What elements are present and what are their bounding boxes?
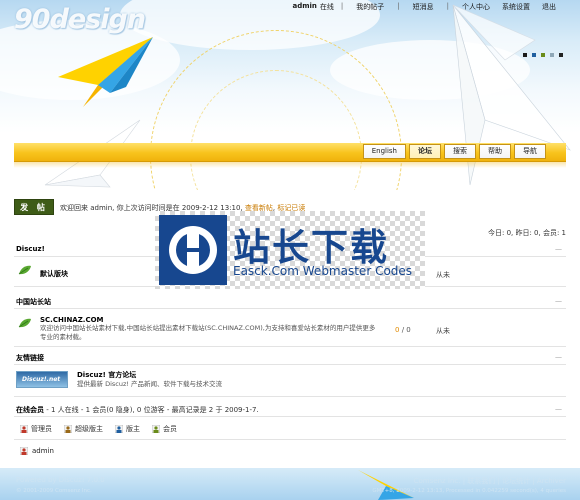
admin-user-icon — [20, 447, 28, 455]
watermark-title: 站长下载 — [233, 226, 389, 269]
forum-leaf-icon — [18, 318, 31, 328]
processing-info: GMT+8, 2009-2-12 13:13, Processed in 0.0… — [372, 488, 566, 494]
footer-links[interactable]: Comsenz Inc. | 联系我们 | 论坛统计 | Archiver — [414, 476, 566, 486]
new-post-button[interactable]: 发 帖 — [14, 199, 54, 215]
watermark-subtitle: Easck.Com Webmaster Codes — [233, 264, 413, 278]
user-icon — [64, 425, 72, 433]
member-legend: 管理员 超级版主 版主 会员 — [20, 424, 177, 434]
thread-post-counts: 0 / 0 — [395, 326, 411, 334]
nav-navigation[interactable]: 导航 — [514, 144, 546, 159]
divider — [14, 416, 566, 417]
watermark-overlay: 站长下载 Easck.Com Webmaster Codes — [155, 211, 425, 289]
footer: Powered by Discuz! 7.0.0 © 2001-2009 Com… — [0, 468, 580, 500]
divider: | — [397, 2, 400, 10]
main-navbar: English 论坛 搜索 帮助 导航 — [14, 142, 566, 168]
nav-english[interactable]: English — [362, 144, 406, 159]
divider — [14, 439, 566, 440]
divider — [14, 396, 566, 397]
online-member[interactable]: admin — [20, 447, 54, 455]
powered-by[interactable]: Powered by Discuz! 7.0.0 — [16, 476, 105, 484]
watermark-logo-icon — [159, 215, 227, 285]
collapse-toggle[interactable]: — — [555, 353, 562, 361]
nav-search[interactable]: 搜索 — [444, 144, 476, 159]
partner-name[interactable]: Discuz! 官方论坛 — [77, 370, 136, 380]
divider — [14, 308, 566, 309]
divider: | — [340, 2, 344, 10]
user-icon — [115, 425, 123, 433]
forum-name[interactable]: 默认版块 — [40, 269, 68, 279]
nav-help[interactable]: 帮助 — [479, 144, 511, 159]
legend-moderator: 版主 — [115, 424, 140, 434]
legend-member: 会员 — [152, 424, 177, 434]
header-banner: 90design admin 在线 | 我的帖子 | 短消息 | 个人中心 系统… — [0, 0, 580, 190]
color-squares — [523, 53, 563, 57]
online-summary: 在线会员 - 1 人在线 - 1 会员(0 隐身), 0 位游客 - 最高记录是… — [16, 406, 259, 414]
partner-logo[interactable]: Discuz!.net — [16, 371, 68, 388]
user-icon — [20, 425, 28, 433]
nav-buttons: English 论坛 搜索 帮助 导航 — [362, 142, 546, 159]
legend-admin: 管理员 — [20, 424, 52, 434]
collapse-toggle[interactable]: — — [555, 245, 562, 253]
forum-description: 欢迎访问中国站长站素材下载,中国站长站提出素材下载站(SC.CHINAZ.COM… — [40, 324, 376, 341]
legend-super-mod: 超级版主 — [64, 424, 103, 434]
site-logo[interactable]: 90design — [14, 4, 146, 35]
last-post: 从未 — [436, 327, 450, 335]
footer-plane-icon — [358, 470, 414, 500]
divider — [14, 346, 566, 347]
category-title[interactable]: 中国站长站 — [16, 297, 51, 307]
paper-plane-icon — [58, 37, 153, 107]
online-status: 在线 — [319, 3, 334, 11]
category-title[interactable]: Discuz! — [16, 245, 45, 253]
category-title[interactable]: 友情链接 — [16, 353, 44, 363]
my-posts-link[interactable]: 我的帖子 — [356, 2, 384, 12]
username-link[interactable]: admin — [293, 2, 317, 12]
collapse-toggle[interactable]: — — [555, 405, 562, 413]
nav-forum[interactable]: 论坛 — [409, 144, 441, 159]
member-name[interactable]: admin — [32, 447, 54, 455]
partner-description: 提供最新 Discuz! 产品新闻、软件下载与技术交流 — [77, 380, 223, 388]
last-post: 从未 — [436, 271, 450, 279]
forum-leaf-icon — [18, 265, 31, 275]
copyright: © 2001-2009 Comsenz Inc. — [16, 488, 92, 494]
forum-name[interactable]: SC.CHINAZ.COM — [40, 316, 104, 324]
forum-stats: 今日: 0, 昨日: 0, 会员: 1 — [487, 229, 566, 237]
divider — [14, 364, 566, 365]
user-icon — [152, 425, 160, 433]
collapse-toggle[interactable]: — — [555, 297, 562, 305]
